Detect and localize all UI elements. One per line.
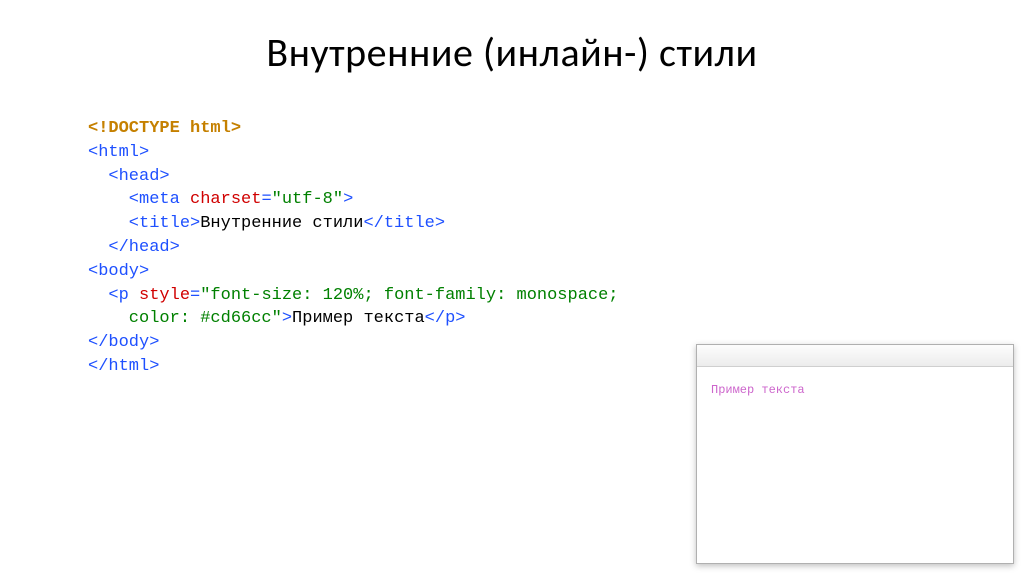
- code-token: <title>: [88, 214, 200, 233]
- code-token: style: [139, 286, 190, 305]
- preview-body: Пример текста: [697, 367, 1013, 410]
- preview-window: Пример текста: [696, 344, 1014, 564]
- code-token: "font-size: 120%; font-family: monospace…: [200, 286, 618, 305]
- code-token: >: [282, 309, 292, 328]
- code-token: <head>: [88, 167, 170, 186]
- code-token: <meta: [88, 190, 190, 209]
- code-token: </p>: [425, 309, 466, 328]
- preview-output-text: Пример текста: [711, 383, 805, 397]
- code-token: color: #cd66cc": [88, 309, 282, 328]
- code-token: =: [261, 190, 271, 209]
- code-token: =: [190, 286, 200, 305]
- code-token: <body>: [88, 262, 149, 281]
- code-token: <!DOCTYPE: [88, 119, 180, 138]
- code-example: <!DOCTYPE html> <html> <head> <meta char…: [0, 87, 1024, 379]
- code-token: </html>: [88, 357, 159, 376]
- code-token: html>: [180, 119, 241, 138]
- code-token: "utf-8": [272, 190, 343, 209]
- code-token: <p: [88, 286, 139, 305]
- code-token: </head>: [88, 238, 180, 257]
- code-token: </title>: [363, 214, 445, 233]
- preview-titlebar: [697, 345, 1013, 367]
- code-token: Внутренние стили: [200, 214, 363, 233]
- code-token: <html>: [88, 143, 149, 162]
- code-token: Пример текста: [292, 309, 425, 328]
- code-token: </body>: [88, 333, 159, 352]
- code-token: charset: [190, 190, 261, 209]
- slide-title: Внутренние (инлайн-) стили: [0, 0, 1024, 87]
- code-token: >: [343, 190, 353, 209]
